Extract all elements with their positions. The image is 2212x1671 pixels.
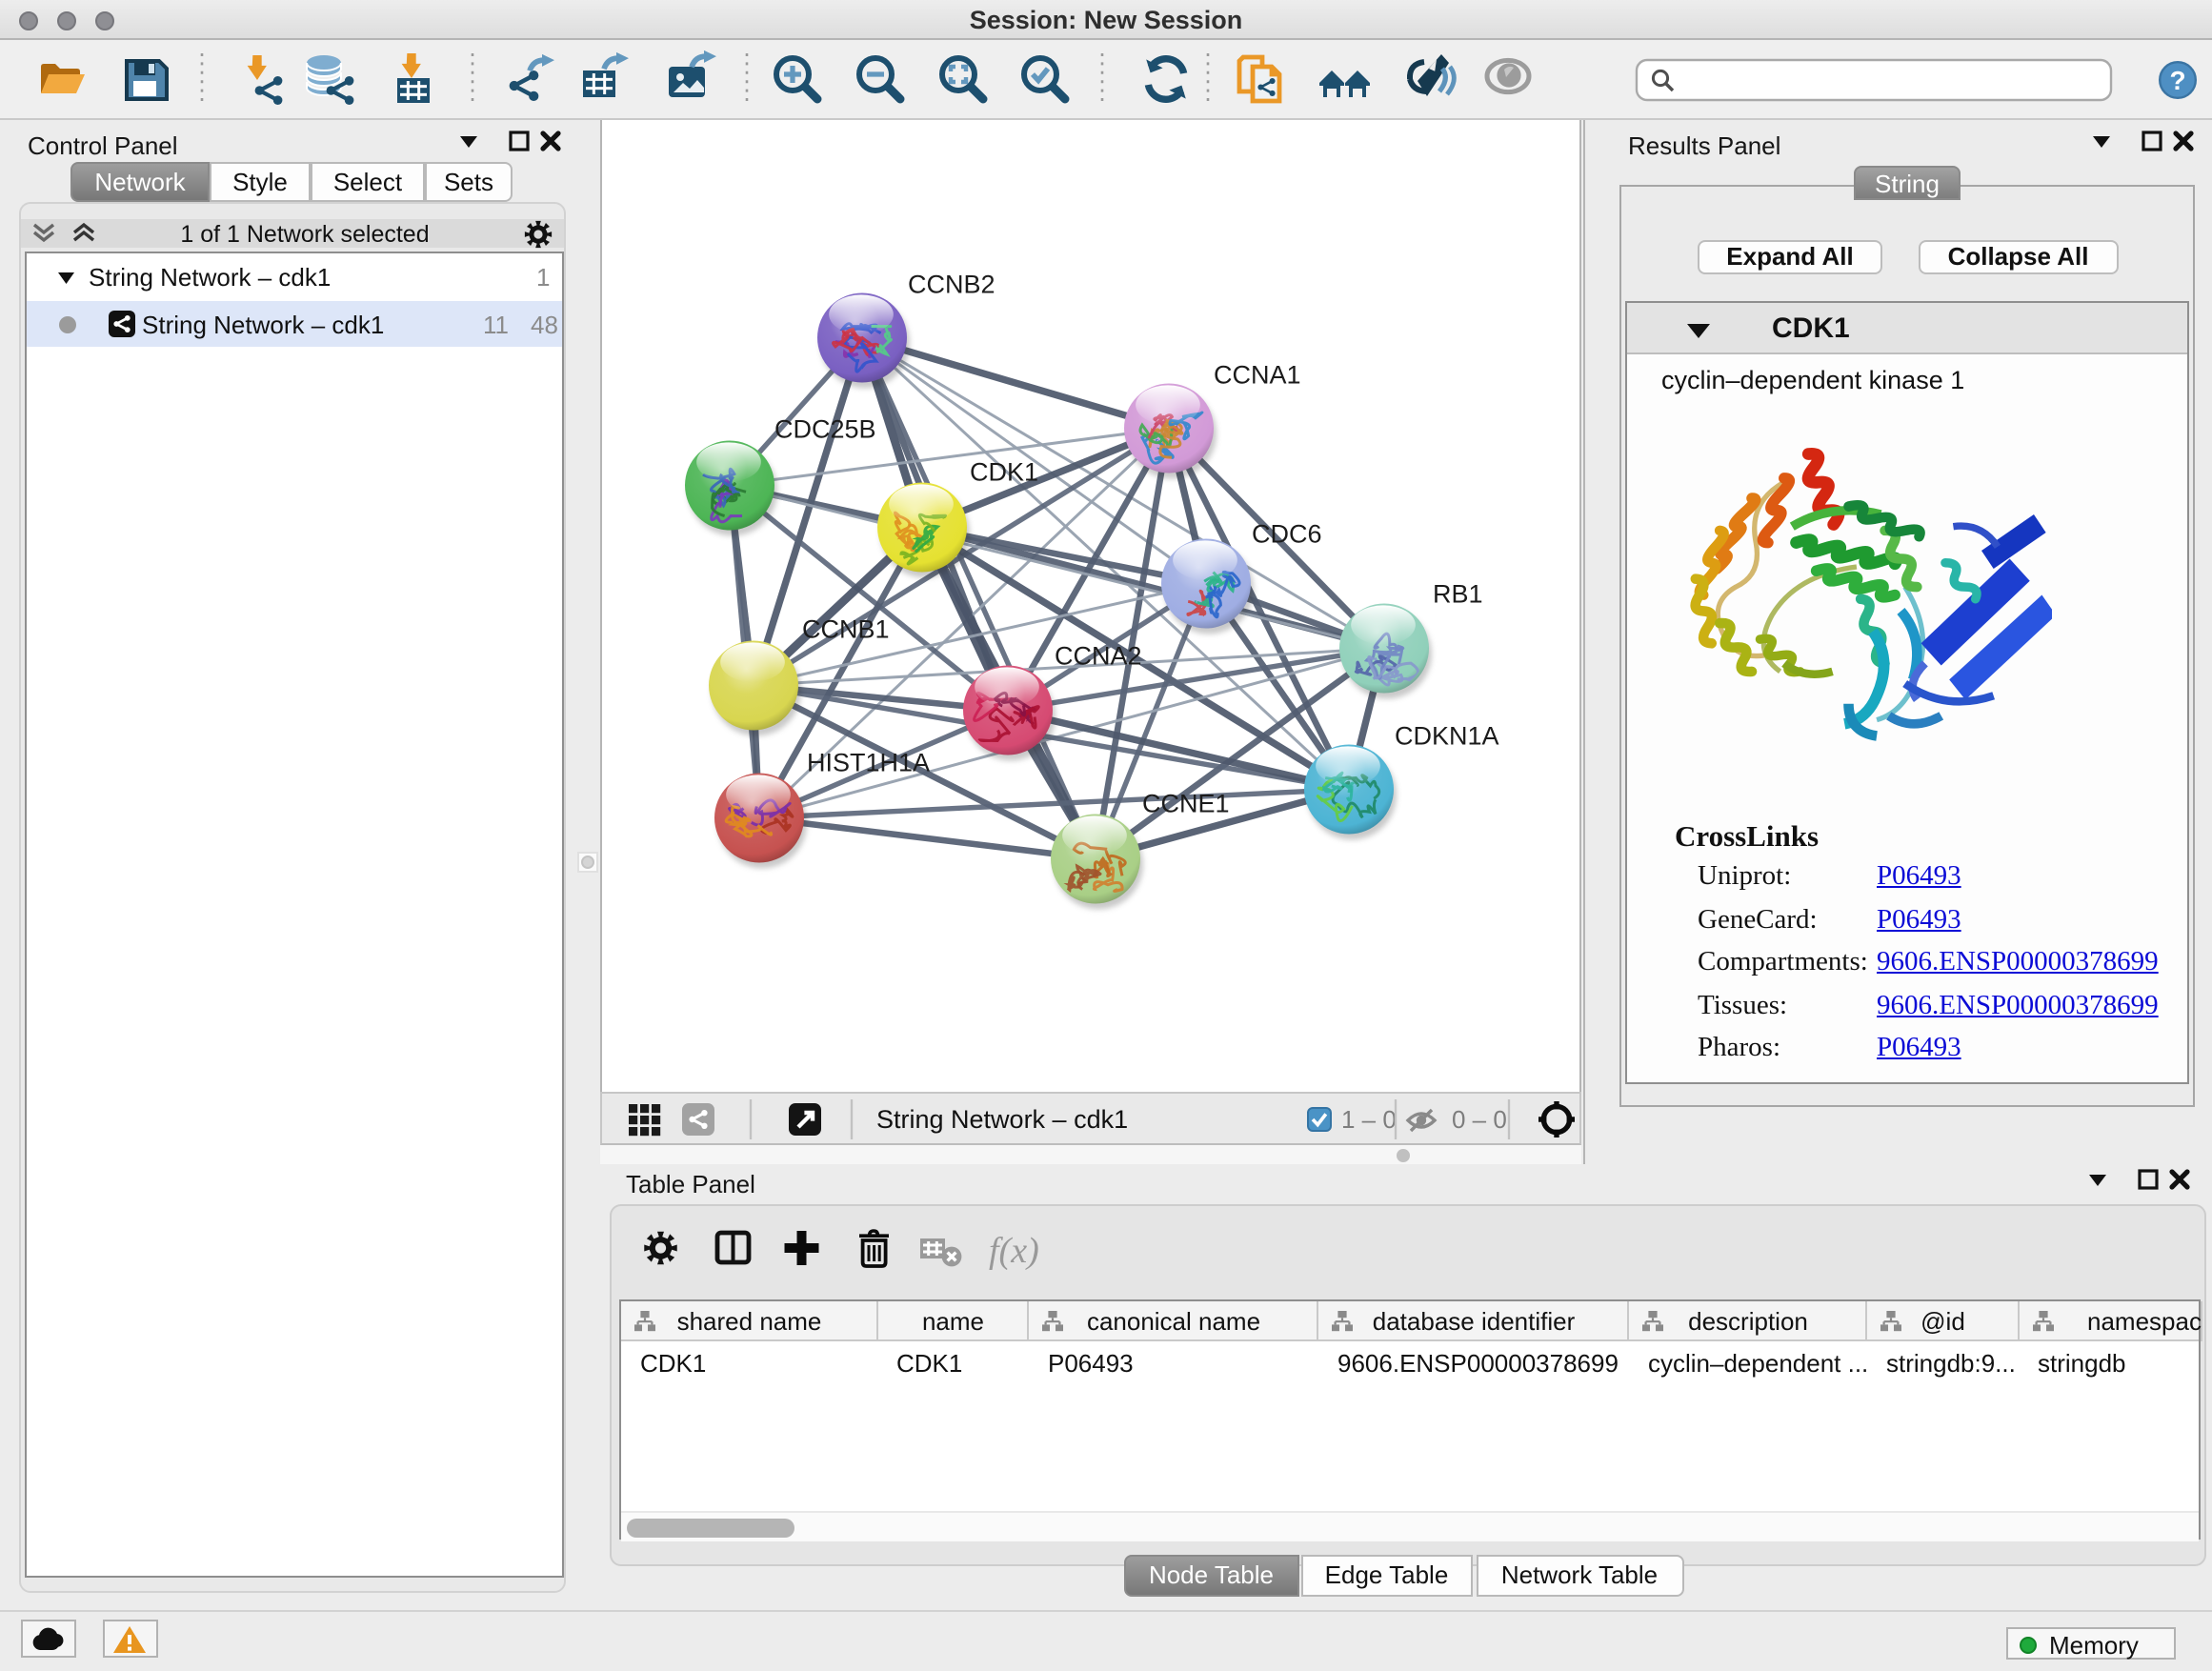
svg-text:CCNE1: CCNE1 (1142, 789, 1230, 817)
svg-text:CDKN1A: CDKN1A (1395, 721, 1499, 750)
svg-text:CDC6: CDC6 (1252, 519, 1322, 548)
svg-text:CDC25B: CDC25B (774, 414, 876, 443)
svg-text:f(x): f(x) (989, 1231, 1039, 1271)
svg-text:1 – 0: 1 – 0 (1341, 1105, 1397, 1134)
svg-text:CCNB1: CCNB1 (802, 614, 890, 643)
svg-text:CCNA2: CCNA2 (1055, 641, 1142, 670)
svg-text:HIST1H1A: HIST1H1A (807, 748, 930, 776)
svg-text:RB1: RB1 (1433, 579, 1483, 608)
svg-text:CCNA1: CCNA1 (1214, 360, 1301, 389)
svg-text:CCNB2: CCNB2 (908, 270, 995, 298)
svg-text:?: ? (2169, 66, 2185, 95)
svg-text:CDK1: CDK1 (970, 457, 1038, 486)
svg-text:0 – 0: 0 – 0 (1452, 1105, 1507, 1134)
